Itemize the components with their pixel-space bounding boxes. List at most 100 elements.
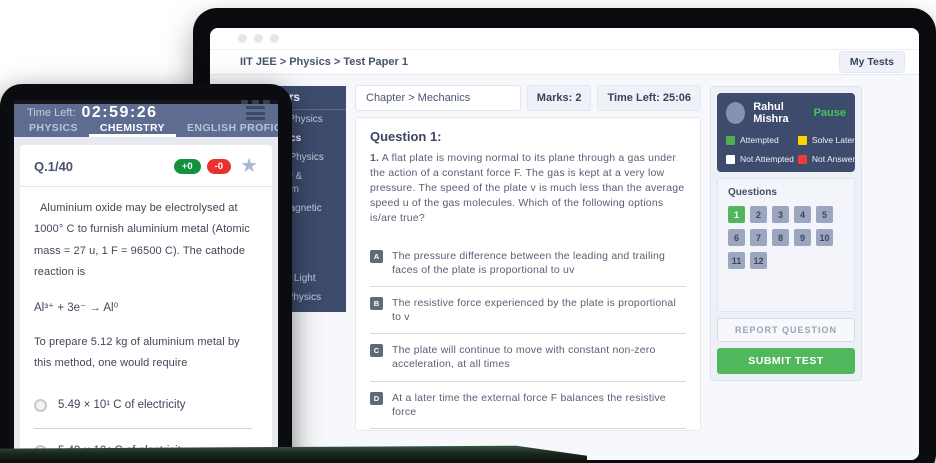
question-text: 1. A flat plate is moving normal to its … [370,151,686,226]
legend-item: Not Answered [798,154,865,164]
option-row[interactable]: B The resistive force experienced by the… [370,296,686,324]
star-bookmark-icon[interactable]: ★ [240,156,258,176]
window-titlebar [210,28,919,49]
option-row[interactable]: D At a later time the external force F b… [370,391,686,419]
question-number-button[interactable]: 10 [816,229,833,246]
phone-mockup-frame: Time Left: 02:59:26 PHYSICS CHEMISTRY EN… [0,84,292,463]
option-block: A The pressure difference between the le… [370,249,686,287]
question-number-button[interactable]: 11 [728,252,745,269]
question-number-button[interactable]: 6 [728,229,745,246]
option-letter-badge[interactable]: D [370,392,383,405]
option-letter-badge[interactable]: B [370,297,383,310]
question-number-button[interactable]: 12 [750,252,767,269]
time-left-badge: Time Left: 25:06 [597,85,701,111]
time-left-label: Time Left: [27,107,76,119]
question-number-button[interactable]: 9 [794,229,811,246]
option-text: The plate will continue to move with con… [392,343,686,371]
tab-label: CHEMISTRY [100,122,165,134]
subject-tabs: PHYSICS CHEMISTRY ENGLISH PROFICIENCY [14,122,278,137]
phone-body: Q.1/40 +0 -0 ★ Aluminium oxide may be el… [14,137,278,463]
tab-subject[interactable]: ENGLISH PROFICIENCY [176,122,278,137]
tab-subject[interactable]: CHEMISTRY [89,122,176,137]
legend-item: Attempted [726,135,794,145]
legend-color-swatch [798,155,807,164]
pause-button[interactable]: Pause [814,107,846,119]
question-number-grid: 1 2 3 4 5 6 7 [728,206,844,269]
legend-label: Attempted [740,135,779,145]
question-number-button[interactable]: 1 [728,206,745,223]
legend-label: Not Answered [812,154,865,164]
divider [370,428,686,429]
legend-color-swatch [726,136,735,145]
tab-label: ENGLISH PROFICIENCY [187,122,278,134]
right-panel: Rahul Mishra Pause Attempted [710,86,862,381]
questions-title: Questions [728,187,844,198]
question-number-button[interactable]: 8 [772,229,789,246]
option-text: The resistive force experienced by the p… [392,296,686,324]
phone-test-header: Time Left: 02:59:26 [14,104,278,122]
window-dot-icon[interactable] [254,34,263,43]
options-list: A The pressure difference between the le… [370,247,686,431]
question-number-button[interactable]: 2 [750,206,767,223]
option-block: C The plate will continue to move with c… [370,343,686,381]
phone-option-row[interactable]: 5.49 × 10¹ C of electricity [34,399,258,412]
legend-item: Solve Later [798,135,865,145]
divider [20,186,272,187]
profile-card: Rahul Mishra Pause Attempted [717,93,855,172]
question-number-button[interactable]: 7 [750,229,767,246]
question-number-button[interactable]: 4 [794,206,811,223]
negative-marks-badge: -0 [207,159,231,174]
question-card: Question 1: 1. A flat plate is moving no… [355,117,701,431]
option-letter-badge[interactable]: A [370,250,383,263]
question-main-area: Chapter > Mechanics Marks: 2 Time Left: … [355,85,701,431]
option-row[interactable]: C The plate will continue to move with c… [370,343,686,371]
phone-option-text: 5.49 × 10¹ C of electricity [58,399,186,411]
test-content-area: Chapters General Physics Mechanics Therm… [210,75,919,460]
option-block: D At a later time the external force F b… [370,391,686,429]
option-row[interactable]: A The pressure difference between the le… [370,249,686,277]
question-counter-row: Q.1/40 +0 -0 ★ [34,156,258,176]
divider [370,333,686,334]
status-legend: Attempted Solve Later Not Attempted [726,135,846,164]
positive-marks-badge: +0 [174,159,201,174]
hamburger-menu-icon[interactable] [246,106,265,120]
question-number-button[interactable]: 5 [816,206,833,223]
question-title: Question 1: [370,129,686,144]
question-number-button[interactable]: 3 [772,206,789,223]
window-dot-icon[interactable] [238,34,247,43]
question-header-row: Chapter > Mechanics Marks: 2 Time Left: … [355,85,701,111]
legend-item: Not Attempted [726,154,794,164]
chapter-path: Chapter > Mechanics [355,85,521,111]
divider [370,286,686,287]
top-navbar: IIT JEE > Physics > Test Paper 1 My Test… [210,49,919,75]
tab-subject[interactable]: PHYSICS [18,122,89,137]
legend-label: Not Attempted [740,154,794,164]
phone-option-block: 5.49 × 10¹ C of electricity [34,399,258,429]
avatar [726,102,745,124]
tab-label: PHYSICS [29,122,78,134]
divider [34,428,252,429]
questions-palette: Questions 1 2 3 4 5 [717,178,855,312]
phone-question-card: Q.1/40 +0 -0 ★ Aluminium oxide may be el… [20,145,272,463]
submit-test-button[interactable]: SUBMIT TEST [717,348,855,374]
breadcrumb[interactable]: IIT JEE > Physics > Test Paper 1 [240,56,408,68]
phone-question-text: Aluminium oxide may be electrolysed at 1… [34,198,258,284]
option-text: At a later time the external force F bal… [392,391,686,419]
legend-color-swatch [726,155,735,164]
question-number: 1. [370,152,379,164]
cathode-reaction-equation: Al³⁺ + 3e⁻ → Al⁰ [34,300,258,314]
option-letter-badge[interactable]: C [370,344,383,357]
phone-screen: Time Left: 02:59:26 PHYSICS CHEMISTRY EN… [14,100,278,463]
question-counter: Q.1/40 [34,159,73,174]
browser-window: IIT JEE > Physics > Test Paper 1 My Test… [210,28,919,460]
legend-label: Solve Later [812,135,855,145]
user-name: Rahul Mishra [753,101,813,125]
question-body-text: A flat plate is moving normal to its pla… [370,152,684,224]
option-text: The pressure difference between the lead… [392,249,686,277]
window-dot-icon[interactable] [270,34,279,43]
report-question-button[interactable]: REPORT QUESTION [717,318,855,342]
desktop-mockup-frame: IIT JEE > Physics > Test Paper 1 My Test… [193,8,936,463]
time-left-value: 02:59:26 [82,104,158,122]
my-tests-button[interactable]: My Tests [839,51,905,73]
radio-button-icon[interactable] [34,399,47,412]
